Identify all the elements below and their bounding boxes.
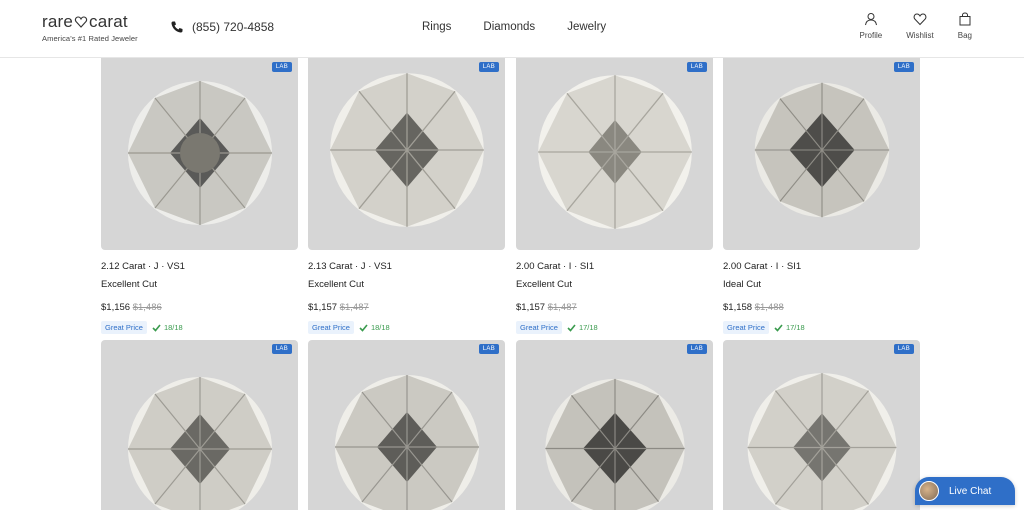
site-header: rare carat America's #1 Rated Jeweler (8…	[0, 0, 1024, 58]
bag-label: Bag	[957, 31, 972, 40]
nav-diamonds[interactable]: Diamonds	[483, 21, 535, 33]
heart-icon	[913, 13, 927, 26]
price: $1,156	[101, 302, 131, 313]
logo[interactable]: rare carat America's #1 Rated Jeweler	[42, 12, 138, 43]
badge-row: Great Price 17/18	[516, 321, 713, 334]
lab-badge: LAB	[478, 344, 499, 354]
price-row: $1,157 $1,487	[516, 302, 713, 313]
diamond-image[interactable]: LAB	[516, 58, 713, 250]
header-actions: Profile Wishlist Bag	[860, 12, 972, 40]
chat-agent-avatar	[919, 481, 939, 501]
score-value: 18/18	[163, 323, 183, 332]
score: 18/18	[152, 323, 183, 332]
phone-number: (855) 720-4858	[192, 20, 275, 34]
lab-badge: LAB	[893, 344, 914, 354]
old-price: $1,486	[132, 302, 162, 313]
wishlist-label: Wishlist	[906, 31, 934, 40]
great-price-badge: Great Price	[308, 321, 354, 334]
score: 17/18	[567, 323, 598, 332]
diamond-cut: Excellent Cut	[516, 279, 572, 290]
diamond-card[interactable]: LAB 2.00 Carat · I · SI1 Excellent Cut $…	[516, 58, 713, 334]
diamond-card[interactable]: LAB	[723, 340, 920, 510]
check-icon	[567, 323, 576, 332]
great-price-badge: Great Price	[723, 321, 769, 334]
diamond-card[interactable]: LAB	[308, 340, 505, 510]
diamond-card[interactable]: LAB	[516, 340, 713, 510]
diamond-card[interactable]: LAB	[101, 340, 298, 510]
price-row: $1,158 $1,488	[723, 302, 920, 313]
diamond-icon	[747, 373, 896, 510]
logo-text-right: carat	[89, 12, 128, 31]
diamond-title: 2.12 Carat · J · VS1	[101, 261, 185, 272]
price: $1,157	[308, 302, 338, 313]
price-row: $1,157 $1,487	[308, 302, 505, 313]
profile-button[interactable]: Profile	[859, 12, 883, 40]
diamond-icon	[754, 82, 889, 218]
price-row: $1,156 $1,486	[101, 302, 298, 313]
diamond-title: 2.00 Carat · I · SI1	[516, 261, 595, 272]
diamond-card[interactable]: LAB 2.00 Carat · I · SI1 Ideal Cut $1,15…	[723, 58, 920, 334]
diamond-icon	[334, 375, 479, 510]
diamond-cut: Excellent Cut	[101, 279, 157, 290]
check-icon	[774, 323, 783, 332]
diamond-image[interactable]: LAB	[101, 340, 298, 510]
diamond-title: 2.13 Carat · J · VS1	[308, 261, 392, 272]
heart-diamond-icon	[74, 16, 88, 28]
great-price-badge: Great Price	[516, 321, 562, 334]
old-price: $1,487	[339, 302, 369, 313]
great-price-badge: Great Price	[101, 321, 147, 334]
old-price: $1,487	[547, 302, 577, 313]
lab-badge: LAB	[893, 62, 914, 72]
phone-icon	[171, 21, 183, 33]
user-icon	[864, 13, 877, 26]
main-nav: Rings Diamonds Jewelry	[422, 21, 606, 33]
diamond-icon	[127, 377, 272, 510]
check-icon	[359, 323, 368, 332]
lab-badge: LAB	[271, 62, 292, 72]
score: 18/18	[359, 323, 390, 332]
bag-icon	[959, 12, 971, 26]
diamond-image[interactable]: LAB	[308, 340, 505, 510]
diamond-icon	[544, 378, 685, 510]
profile-label: Profile	[859, 31, 883, 40]
diamond-card[interactable]: LAB 2.12 Carat · J · VS1 Excellent Cut $…	[101, 58, 298, 334]
diamond-image[interactable]: LAB	[516, 340, 713, 510]
check-icon	[152, 323, 161, 332]
wishlist-button[interactable]: Wishlist	[906, 12, 934, 40]
bag-button[interactable]: Bag	[958, 12, 972, 40]
price: $1,157	[516, 302, 546, 313]
badge-row: Great Price 18/18	[101, 321, 298, 334]
logo-wordmark: rare carat	[42, 12, 138, 32]
old-price: $1,488	[754, 302, 784, 313]
nav-rings[interactable]: Rings	[422, 21, 451, 33]
score-value: 17/18	[578, 323, 598, 332]
lab-badge: LAB	[271, 344, 292, 354]
diamond-icon	[537, 75, 692, 229]
price: $1,158	[723, 302, 753, 313]
live-chat-label: Live Chat	[949, 485, 992, 497]
lab-badge: LAB	[686, 62, 707, 72]
logo-text-left: rare	[42, 12, 74, 31]
logo-tagline: America's #1 Rated Jeweler	[42, 34, 138, 43]
diamond-cut: Ideal Cut	[723, 279, 762, 290]
phone-link[interactable]: (855) 720-4858	[170, 20, 274, 34]
diamond-title: 2.00 Carat · I · SI1	[723, 261, 802, 272]
live-chat-button[interactable]: Live Chat	[915, 477, 1015, 505]
score-value: 17/18	[785, 323, 805, 332]
nav-jewelry[interactable]: Jewelry	[567, 21, 606, 33]
diamond-card[interactable]: LAB 2.13 Carat · J · VS1 Excellent Cut $…	[308, 58, 505, 334]
lab-badge: LAB	[686, 344, 707, 354]
diamond-image[interactable]: LAB	[723, 58, 920, 250]
badge-row: Great Price 18/18	[308, 321, 505, 334]
diamond-icon	[329, 73, 484, 227]
diamond-icon	[127, 81, 272, 225]
diamond-image[interactable]: LAB	[101, 58, 298, 250]
diamond-cut: Excellent Cut	[308, 279, 364, 290]
diamond-image[interactable]: LAB	[308, 58, 505, 250]
diamond-image[interactable]: LAB	[723, 340, 920, 510]
score: 17/18	[774, 323, 805, 332]
badge-row: Great Price 17/18	[723, 321, 920, 334]
score-value: 18/18	[370, 323, 390, 332]
